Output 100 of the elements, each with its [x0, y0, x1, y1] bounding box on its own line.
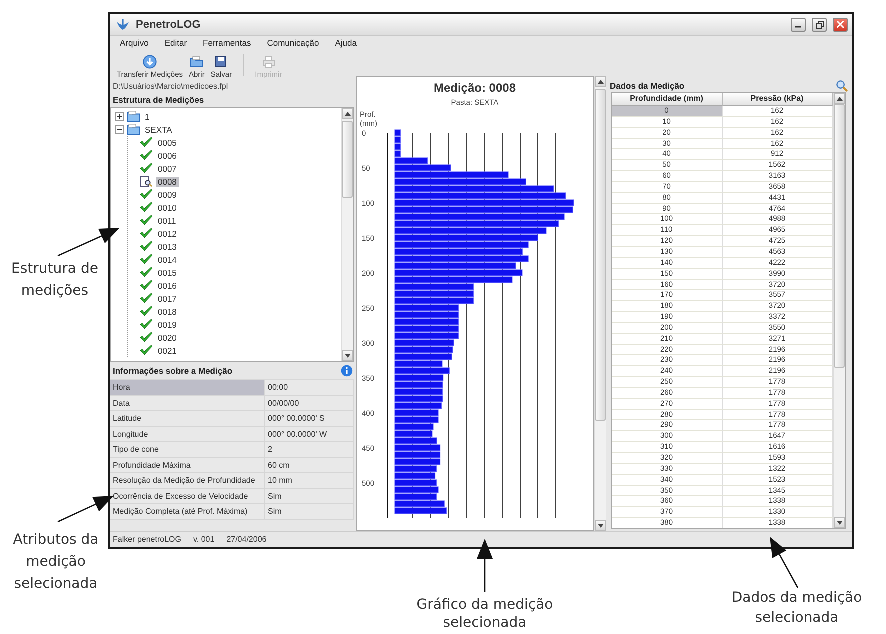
tree-item[interactable]: 0019: [156, 320, 179, 330]
tree-item[interactable]: 0015: [156, 268, 179, 278]
folder-icon: [190, 55, 204, 69]
tree-item[interactable]: 0013: [156, 242, 179, 252]
menu-item[interactable]: Editar: [164, 38, 188, 48]
minus-icon: [117, 127, 122, 132]
printer-icon: [262, 55, 276, 69]
checkmark-icon: [140, 150, 153, 161]
scrollbar-thumb[interactable]: [595, 89, 606, 421]
checkmark-icon: [140, 215, 153, 226]
menu-item[interactable]: Ajuda: [335, 38, 357, 48]
column-header[interactable]: Pressão (kPa): [722, 93, 833, 106]
tree-item[interactable]: 0020: [156, 332, 179, 342]
checkmark-icon: [140, 345, 153, 356]
menu-item[interactable]: Ferramentas: [203, 38, 252, 48]
property-value: 000° 00.0000' W: [265, 426, 354, 442]
checkmark-icon: [140, 189, 153, 200]
tree-item[interactable]: 0016: [156, 280, 179, 290]
status-text: v. 001: [193, 535, 215, 544]
scroll-down-button[interactable]: [342, 350, 353, 361]
property-value: 000° 00.0000' S: [265, 411, 354, 426]
tree-item[interactable]: 0021: [156, 346, 179, 356]
tree-item[interactable]: 0017: [156, 294, 179, 304]
scroll-down-button[interactable]: [595, 520, 606, 531]
down-arrow-icon: [836, 520, 842, 524]
property-value: Sim: [265, 488, 354, 504]
tree-item[interactable]: 0018: [156, 306, 179, 316]
close-icon: [837, 21, 844, 28]
tree-item[interactable]: 0012: [156, 228, 179, 238]
checkmark-icon: [140, 254, 153, 265]
tree-item[interactable]: 0007: [156, 164, 179, 174]
tree-item[interactable]: SEXTA: [143, 124, 174, 134]
restore-button[interactable]: [812, 18, 827, 32]
scroll-up-button[interactable]: [342, 108, 353, 119]
scroll-up-button[interactable]: [834, 93, 845, 104]
menu-item[interactable]: Arquivo: [120, 38, 149, 48]
minimize-button[interactable]: [791, 18, 806, 32]
property-name[interactable]: Hora: [110, 380, 265, 396]
scrollbar[interactable]: [341, 108, 353, 361]
property-value: Sim: [265, 504, 354, 520]
property-value: 00:00: [265, 380, 354, 396]
search-icon: [836, 80, 848, 92]
tree-item[interactable]: 0014: [156, 254, 179, 264]
chart-title: Medição: 0008: [434, 81, 516, 95]
up-arrow-icon: [344, 112, 350, 116]
expand-toggle[interactable]: [115, 112, 124, 121]
up-arrow-icon: [598, 80, 604, 84]
file-path: D:\Usuários\Marcio\medicoes.fpl: [112, 81, 230, 93]
property-name[interactable]: Tipo de cone: [110, 442, 265, 458]
panel-title: Estrutura de Medições: [113, 95, 204, 105]
restore-icon: [816, 20, 824, 28]
scroll-up-button[interactable]: [595, 76, 606, 87]
tree-item[interactable]: 0010: [156, 202, 179, 212]
checkmark-icon: [140, 332, 153, 343]
property-name[interactable]: Ocorrência de Excesso de Velocidade: [110, 488, 265, 504]
tree-item[interactable]: 0011: [156, 216, 178, 226]
plus-icon: [117, 114, 122, 119]
property-name[interactable]: Data: [110, 396, 265, 411]
property-name[interactable]: Medição Completa (até Prof. Máxima): [110, 504, 265, 520]
scroll-down-button[interactable]: [834, 517, 845, 528]
property-value: 10 mm: [265, 473, 354, 488]
callout-label: Gráfico da medição selecionada: [416, 596, 554, 632]
tree-item[interactable]: 1: [143, 112, 152, 122]
property-name[interactable]: Resolução da Medição de Profundidade: [110, 473, 265, 488]
checkmark-icon: [140, 293, 153, 304]
tree-item[interactable]: 0009: [156, 190, 179, 200]
scrollbar-thumb[interactable]: [342, 121, 353, 198]
callout-label: Dados da medição selecionada: [730, 589, 864, 628]
callout-label: Atributos da medição selecionada: [12, 531, 100, 594]
property-value: 00/00/00: [265, 396, 354, 411]
up-arrow-icon: [836, 96, 842, 100]
tree-item[interactable]: 0006: [156, 150, 179, 160]
checkmark-icon: [140, 241, 153, 252]
download-icon: [143, 55, 157, 69]
checkmark-icon: [140, 163, 153, 174]
collapse-toggle[interactable]: [115, 125, 124, 134]
down-arrow-icon: [598, 524, 604, 528]
tree-item[interactable]: 0008: [156, 176, 179, 186]
column-header[interactable]: Profundidade (mm): [612, 93, 722, 106]
property-name[interactable]: Profundidade Máxima: [110, 458, 265, 473]
info-icon: [341, 364, 353, 376]
callout-label: Estrutura de medições: [10, 260, 100, 301]
scrollbar[interactable]: [594, 76, 606, 531]
status-text: 27/04/2006: [226, 535, 267, 544]
panel-title: Dados da Medição: [610, 80, 685, 90]
property-value: 2: [265, 442, 354, 458]
window-title: PenetroLOG: [136, 18, 202, 30]
checkmark-icon: [140, 228, 153, 239]
property-name[interactable]: Longitude: [110, 426, 265, 442]
scrollbar[interactable]: [833, 93, 845, 528]
checkmark-icon: [140, 202, 153, 213]
property-name[interactable]: Latitude: [110, 411, 265, 426]
checkmark-icon: [140, 319, 153, 330]
down-arrow-icon: [344, 354, 350, 358]
document-magnifier-icon: [140, 176, 153, 187]
scrollbar-thumb[interactable]: [834, 104, 845, 368]
menu-item[interactable]: Comunicação: [267, 38, 320, 48]
tree-item[interactable]: 0005: [156, 138, 179, 148]
save-icon: [214, 55, 228, 69]
close-button[interactable]: [833, 18, 848, 32]
